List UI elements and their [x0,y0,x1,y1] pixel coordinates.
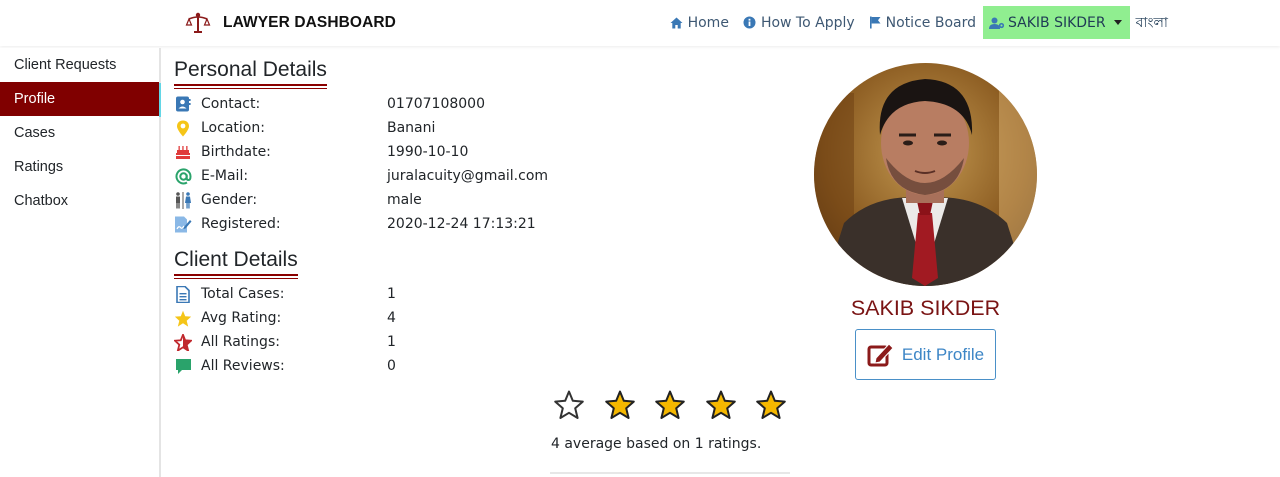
nav-links: Home How To Apply Notice Board SAKIB SIK… [663,6,1280,39]
profile-avatar [814,63,1037,286]
star-icon [174,310,192,327]
brand[interactable]: LAWYER DASHBOARD [185,10,396,36]
star-filled-icon[interactable] [654,389,686,421]
user-cog-icon [988,17,1005,29]
detail-row-birthdate: Birthdate: 1990-10-10 [174,141,468,163]
detail-label: Registered: [201,216,281,232]
flag-icon [869,16,881,29]
detail-row-registered: Registered: 2020-12-24 17:13:21 [174,213,536,235]
detail-row-all-ratings: All Ratings: 1 [174,331,396,353]
detail-value: 01707108000 [387,96,485,112]
detail-row-email: E-Mail: juralacuity@gmail.com [174,165,548,187]
edit-profile-button[interactable]: Edit Profile [855,329,996,380]
edit-profile-label: Edit Profile [901,344,985,364]
chat-bubble-icon [175,358,191,374]
detail-row-total-cases: Total Cases: 1 [174,283,396,305]
detail-value: 4 [387,310,396,326]
top-navbar: LAWYER DASHBOARD Home How To Apply Notic… [0,0,1280,46]
sidebar-item-chatbox[interactable]: Chatbox [0,184,159,218]
detail-label: Contact: [201,96,261,112]
sidebar-item-cases[interactable]: Cases [0,116,159,150]
user-menu-button[interactable]: SAKIB SIKDER [982,6,1130,39]
detail-label: All Ratings: [201,334,280,350]
sidebar-item-profile[interactable]: Profile [0,82,159,116]
detail-row-gender: Gender: male [174,189,422,211]
detail-row-all-reviews: All Reviews: 0 [174,355,396,377]
detail-value: 0 [387,358,396,374]
detail-label: E-Mail: [201,168,249,184]
detail-label: Avg Rating: [201,310,282,326]
chevron-down-icon [1113,20,1122,25]
profile-photo [814,63,1037,286]
star-outline-icon [174,333,192,351]
gender-icon [176,191,191,209]
sidebar-item-ratings[interactable]: Ratings [0,150,159,184]
detail-value: 1 [387,334,396,350]
email-at-icon [175,167,192,184]
detail-label: Location: [201,120,265,136]
divider [550,472,790,474]
detail-label: Birthdate: [201,144,271,160]
detail-label: Total Cases: [201,286,285,302]
location-icon [177,120,189,136]
profile-name: SAKIB SIKDER [850,296,1001,320]
sidebar: Client Requests Profile Cases Ratings Ch… [0,48,161,477]
client-details-heading: Client Details [174,248,298,279]
nav-how-to-apply-label: How To Apply [760,14,855,31]
detail-value: juralacuity@gmail.com [387,168,549,184]
birthday-cake-icon [176,146,190,159]
detail-row-contact: Contact: 01707108000 [174,93,485,115]
edit-icon [867,343,894,367]
sidebar-item-client-requests[interactable]: Client Requests [0,48,159,82]
star-filled-icon[interactable] [604,389,636,421]
document-icon [176,285,190,303]
detail-value: 1990-10-10 [387,144,469,160]
detail-value: 1 [387,286,396,302]
brand-title: LAWYER DASHBOARD [223,14,396,31]
nav-notice-board-link[interactable]: Notice Board [862,6,983,39]
nav-home-label: Home [687,14,729,31]
nav-notice-board-label: Notice Board [885,14,976,31]
detail-label: All Reviews: [201,358,285,374]
home-icon [670,17,683,28]
personal-details-heading: Personal Details [174,58,327,89]
sidebar-active-indicator [159,83,161,117]
detail-value: 2020-12-24 17:13:21 [387,216,536,232]
detail-row-avg-rating: Avg Rating: 4 [174,307,396,329]
registered-icon [175,216,192,232]
rating-summary: 4 average based on 1 ratings. [551,436,762,452]
detail-value: Banani [387,120,436,136]
detail-row-location: Location: Banani [174,117,435,139]
language-toggle-link[interactable]: বাংলা [1130,11,1174,35]
user-name-label: SAKIB SIKDER [1007,14,1106,31]
detail-value: male [387,192,422,208]
nav-home-link[interactable]: Home [663,6,736,39]
justice-scale-logo-icon [185,12,211,33]
star-filled-icon[interactable] [755,389,787,421]
detail-label: Gender: [201,192,258,208]
contact-icon [176,96,191,112]
star-rating [553,389,806,421]
star-filled-icon[interactable] [705,389,737,421]
nav-how-to-apply-link[interactable]: How To Apply [736,6,862,39]
star-empty-icon[interactable] [553,389,585,421]
info-circle-icon [743,16,756,29]
